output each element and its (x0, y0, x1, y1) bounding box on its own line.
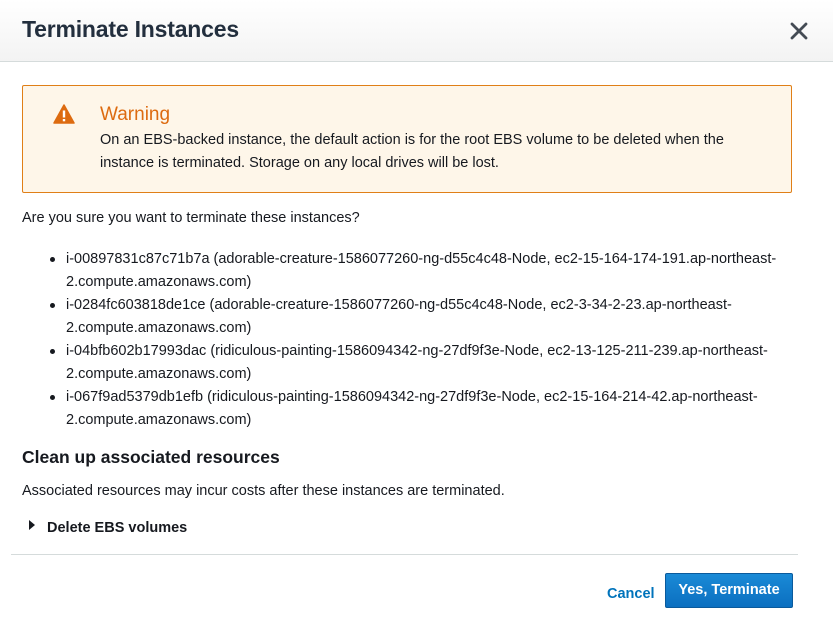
yes-terminate-button[interactable]: Yes, Terminate (665, 573, 793, 608)
dialog-title: Terminate Instances (22, 16, 239, 42)
list-item: i-00897831c87c71b7a (adorable-creature-1… (22, 248, 786, 294)
cancel-button[interactable]: Cancel (607, 586, 655, 602)
terminate-instances-dialog: Terminate Instances Warning On an EBS-ba… (0, 0, 833, 629)
confirm-question: Are you sure you want to terminate these… (22, 210, 360, 226)
footer-divider (11, 554, 798, 555)
dialog-header: Terminate Instances (0, 0, 833, 62)
delete-ebs-volumes-expander[interactable]: Delete EBS volumes (29, 520, 187, 536)
warning-message: On an EBS-backed instance, the default a… (100, 132, 724, 171)
list-item: i-0284fc603818de1ce (adorable-creature-1… (22, 294, 786, 340)
instance-list: i-00897831c87c71b7a (adorable-creature-1… (22, 248, 782, 432)
list-item: i-067f9ad5379db1efb (ridiculous-painting… (22, 386, 786, 432)
caret-right-icon (29, 520, 35, 530)
cleanup-description: Associated resources may incur costs aft… (22, 483, 505, 499)
warning-title: Warning (100, 104, 171, 125)
expander-label: Delete EBS volumes (47, 520, 188, 536)
close-icon[interactable] (789, 21, 809, 41)
warning-alert: Warning On an EBS-backed instance, the d… (22, 85, 792, 193)
warning-triangle-icon (53, 104, 75, 124)
list-item: i-04bfb602b17993dac (ridiculous-painting… (22, 340, 786, 386)
cleanup-section-title: Clean up associated resources (22, 447, 280, 467)
